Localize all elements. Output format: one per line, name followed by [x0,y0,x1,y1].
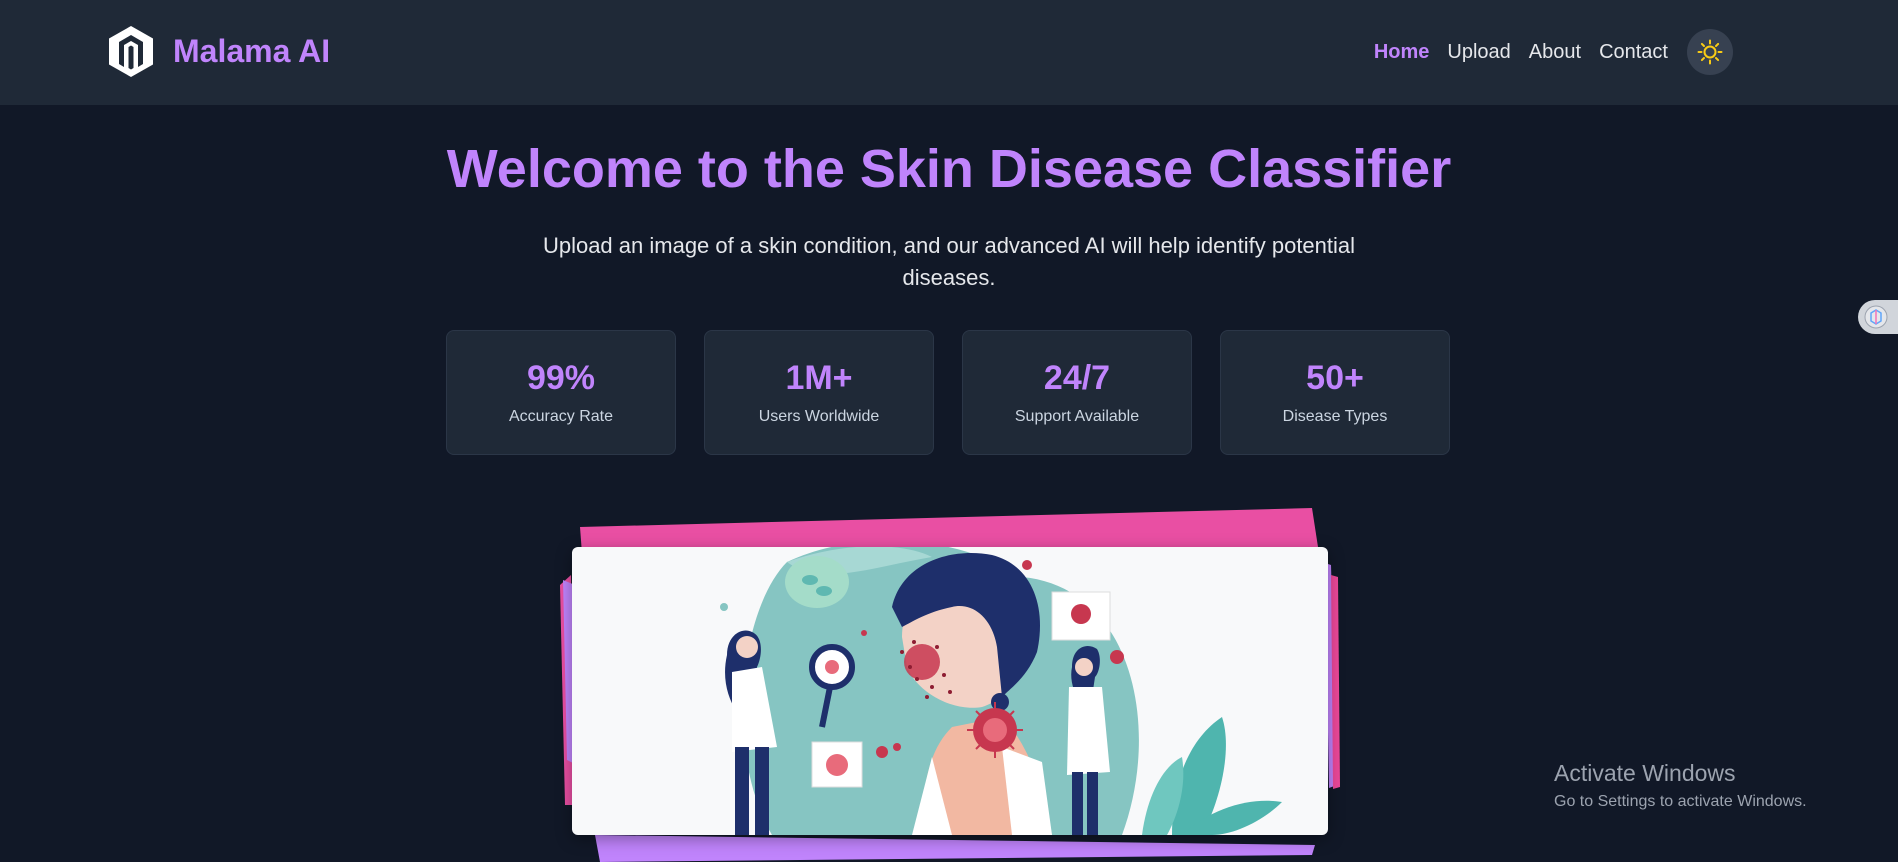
page-title: Welcome to the Skin Disease Classifier [446,139,1452,199]
hero-subtitle: Upload an image of a skin condition, and… [542,233,1356,290]
doctors-examining-skin-illustration [720,547,1282,835]
top-navbar: Malama AI Home Upload About Contact [0,0,1898,105]
nav-links: Home Upload About Contact [1356,29,1733,75]
nav-link-home[interactable]: Home [1374,41,1430,64]
stat-value: 24/7 [1043,359,1111,397]
stat-label: Accuracy Rate [508,408,614,425]
sun-icon [1697,39,1723,65]
nav-link-upload[interactable]: Upload [1447,41,1510,64]
nav-link-about[interactable]: About [1529,41,1581,64]
stat-card-support: 24/7 Support Available [962,330,1192,455]
brand-name: Malama AI [173,33,331,69]
stat-card-accuracy: 99% Accuracy Rate [446,330,676,455]
side-extension-widget[interactable] [1858,300,1898,334]
extension-widget-icon [1864,305,1888,329]
stat-label: Support Available [1014,408,1140,425]
illustration-card [572,547,1328,835]
windows-activation-notice: Activate Windows Go to Settings to activ… [1554,760,1807,811]
activation-subtitle: Go to Settings to activate Windows. [1554,793,1807,810]
stat-label: Disease Types [1282,408,1388,425]
stat-card-diseases: 50+ Disease Types [1220,330,1450,455]
hexagon-m-logo-icon [109,26,153,77]
hero-illustration [555,505,1345,862]
stats-row: 99% Accuracy Rate 1M+ Users Worldwide 24… [446,330,1450,455]
nav-link-contact[interactable]: Contact [1599,41,1668,64]
stat-value: 1M+ [785,359,853,397]
activation-title: Activate Windows [1554,760,1736,786]
stat-value: 50+ [1306,359,1364,397]
brand[interactable]: Malama AI [107,24,330,79]
stat-card-users: 1M+ Users Worldwide [704,330,934,455]
stat-value: 99% [526,359,596,397]
theme-toggle-button[interactable] [1687,29,1733,75]
stat-label: Users Worldwide [758,408,880,425]
